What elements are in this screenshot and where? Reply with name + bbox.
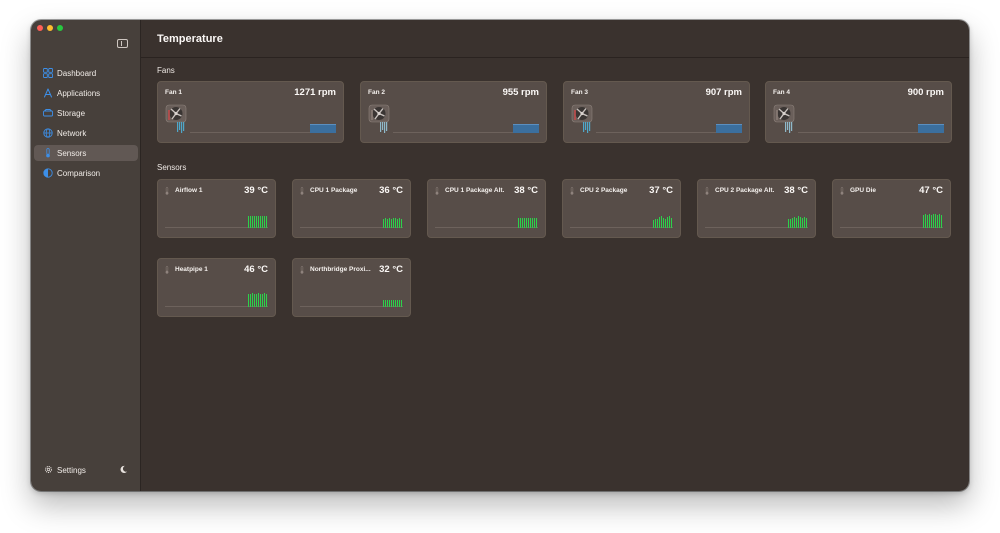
sensor-temperature: 36 °C <box>379 185 403 196</box>
rpm-bar <box>716 124 742 133</box>
main-content: Temperature Fans Fan 1 1271 rpm Fan 2 95… <box>141 20 969 491</box>
temperature-sparkline <box>383 293 402 307</box>
fan-icon <box>368 104 390 134</box>
sidebar-item-network[interactable]: Network <box>34 125 138 141</box>
thermometer-icon <box>165 266 169 274</box>
temperature-sparkline <box>923 214 942 228</box>
comparison-icon <box>43 168 53 178</box>
settings-label: Settings <box>57 466 86 475</box>
dashboard-icon <box>43 68 53 78</box>
titlebar: Temperature <box>141 20 969 58</box>
sensor-temperature: 32 °C <box>379 264 403 275</box>
close-button[interactable] <box>37 25 43 31</box>
fan-card[interactable]: Fan 3 907 rpm <box>563 81 750 143</box>
sidebar-item-label: Comparison <box>57 168 101 178</box>
sensor-name: CPU 2 Package Alt. <box>715 187 775 194</box>
sensor-card[interactable]: Northbridge Proxi... 32 °C <box>292 258 411 317</box>
fan-name: Fan 1 <box>165 89 182 96</box>
sensor-card[interactable]: CPU 1 Package Alt. 38 °C <box>427 179 546 238</box>
sensor-temperature: 39 °C <box>244 185 268 196</box>
fan-name: Fan 3 <box>571 89 588 96</box>
fan-icon <box>571 104 593 134</box>
sidebar-toggle-icon[interactable] <box>117 39 128 48</box>
temperature-sparkline <box>248 214 267 228</box>
minimize-button[interactable] <box>47 25 53 31</box>
sidebar-item-label: Dashboard <box>57 68 97 78</box>
sensor-name: CPU 2 Package <box>580 187 628 194</box>
sensor-card[interactable]: Airflow 1 39 °C <box>157 179 276 238</box>
fan-card[interactable]: Fan 2 955 rpm <box>360 81 547 143</box>
sensor-card[interactable]: CPU 2 Package Alt. 38 °C <box>697 179 816 238</box>
sensor-name: CPU 1 Package Alt. <box>445 187 505 194</box>
fan-rpm: 907 rpm <box>705 87 742 98</box>
temperature-sparkline <box>653 214 672 228</box>
rpm-bar <box>310 124 336 133</box>
sidebar-footer: Settings <box>44 465 128 476</box>
thermometer-icon <box>43 148 53 158</box>
sidebar-item-sensors[interactable]: Sensors <box>34 145 138 161</box>
rpm-bar <box>918 124 944 133</box>
fan-card[interactable]: Fan 4 900 rpm <box>765 81 952 143</box>
sensor-name: Heatpipe 1 <box>175 266 208 273</box>
sidebar-item-label: Applications <box>57 88 101 98</box>
sidebar-item-applications[interactable]: Applications <box>34 85 138 101</box>
sensor-card[interactable]: CPU 2 Package 37 °C <box>562 179 681 238</box>
sensor-temperature: 37 °C <box>649 185 673 196</box>
fan-rpm: 1271 rpm <box>294 87 336 98</box>
sensor-name: CPU 1 Package <box>310 187 358 194</box>
sidebar-item-label: Sensors <box>57 148 87 158</box>
sensor-card[interactable]: Heatpipe 1 46 °C <box>157 258 276 317</box>
sidebar-item-label: Storage <box>57 108 86 118</box>
sidebar-item-dashboard[interactable]: Dashboard <box>34 65 138 81</box>
window-controls <box>37 25 63 31</box>
sensor-temperature: 46 °C <box>244 264 268 275</box>
zoom-button[interactable] <box>57 25 63 31</box>
temperature-sparkline <box>248 293 267 307</box>
storage-icon <box>43 108 53 118</box>
sidebar-item-comparison[interactable]: Comparison <box>34 165 138 181</box>
sensor-name: Northbridge Proxi... <box>310 266 371 273</box>
fan-name: Fan 4 <box>773 89 790 96</box>
thermometer-icon <box>840 187 844 195</box>
rpm-bar <box>513 124 539 133</box>
sensors-section-label: Sensors <box>157 163 187 172</box>
sidebar-nav: Dashboard Applications Storage Network S… <box>34 65 138 185</box>
fan-name: Fan 2 <box>368 89 385 96</box>
moon-icon[interactable] <box>119 465 128 476</box>
thermometer-icon <box>300 187 304 195</box>
fan-icon <box>165 104 187 134</box>
page-title: Temperature <box>157 32 223 45</box>
temperature-sparkline <box>518 214 537 228</box>
app-window: Dashboard Applications Storage Network S… <box>31 20 969 491</box>
gear-icon <box>44 465 53 476</box>
fan-card[interactable]: Fan 1 1271 rpm <box>157 81 344 143</box>
fan-rpm: 955 rpm <box>502 87 539 98</box>
thermometer-icon <box>705 187 709 195</box>
fan-icon <box>773 104 795 134</box>
fans-section-label: Fans <box>157 66 175 75</box>
sensor-temperature: 38 °C <box>514 185 538 196</box>
thermometer-icon <box>165 187 169 195</box>
thermometer-icon <box>435 187 439 195</box>
thermometer-icon <box>300 266 304 274</box>
sidebar-item-label: Network <box>57 128 87 138</box>
sidebar-item-storage[interactable]: Storage <box>34 105 138 121</box>
thermometer-icon <box>570 187 574 195</box>
sensor-card[interactable]: GPU Die 47 °C <box>832 179 951 238</box>
fan-rpm: 900 rpm <box>907 87 944 98</box>
applications-icon <box>43 88 53 98</box>
sidebar: Dashboard Applications Storage Network S… <box>31 20 141 491</box>
sensor-name: GPU Die <box>850 187 877 194</box>
network-icon <box>43 128 53 138</box>
temperature-sparkline <box>788 214 807 228</box>
sensor-temperature: 38 °C <box>784 185 808 196</box>
settings-button[interactable]: Settings <box>44 465 86 476</box>
sensor-card[interactable]: CPU 1 Package 36 °C <box>292 179 411 238</box>
sensor-name: Airflow 1 <box>175 187 203 194</box>
sensor-temperature: 47 °C <box>919 185 943 196</box>
temperature-sparkline <box>383 214 402 228</box>
